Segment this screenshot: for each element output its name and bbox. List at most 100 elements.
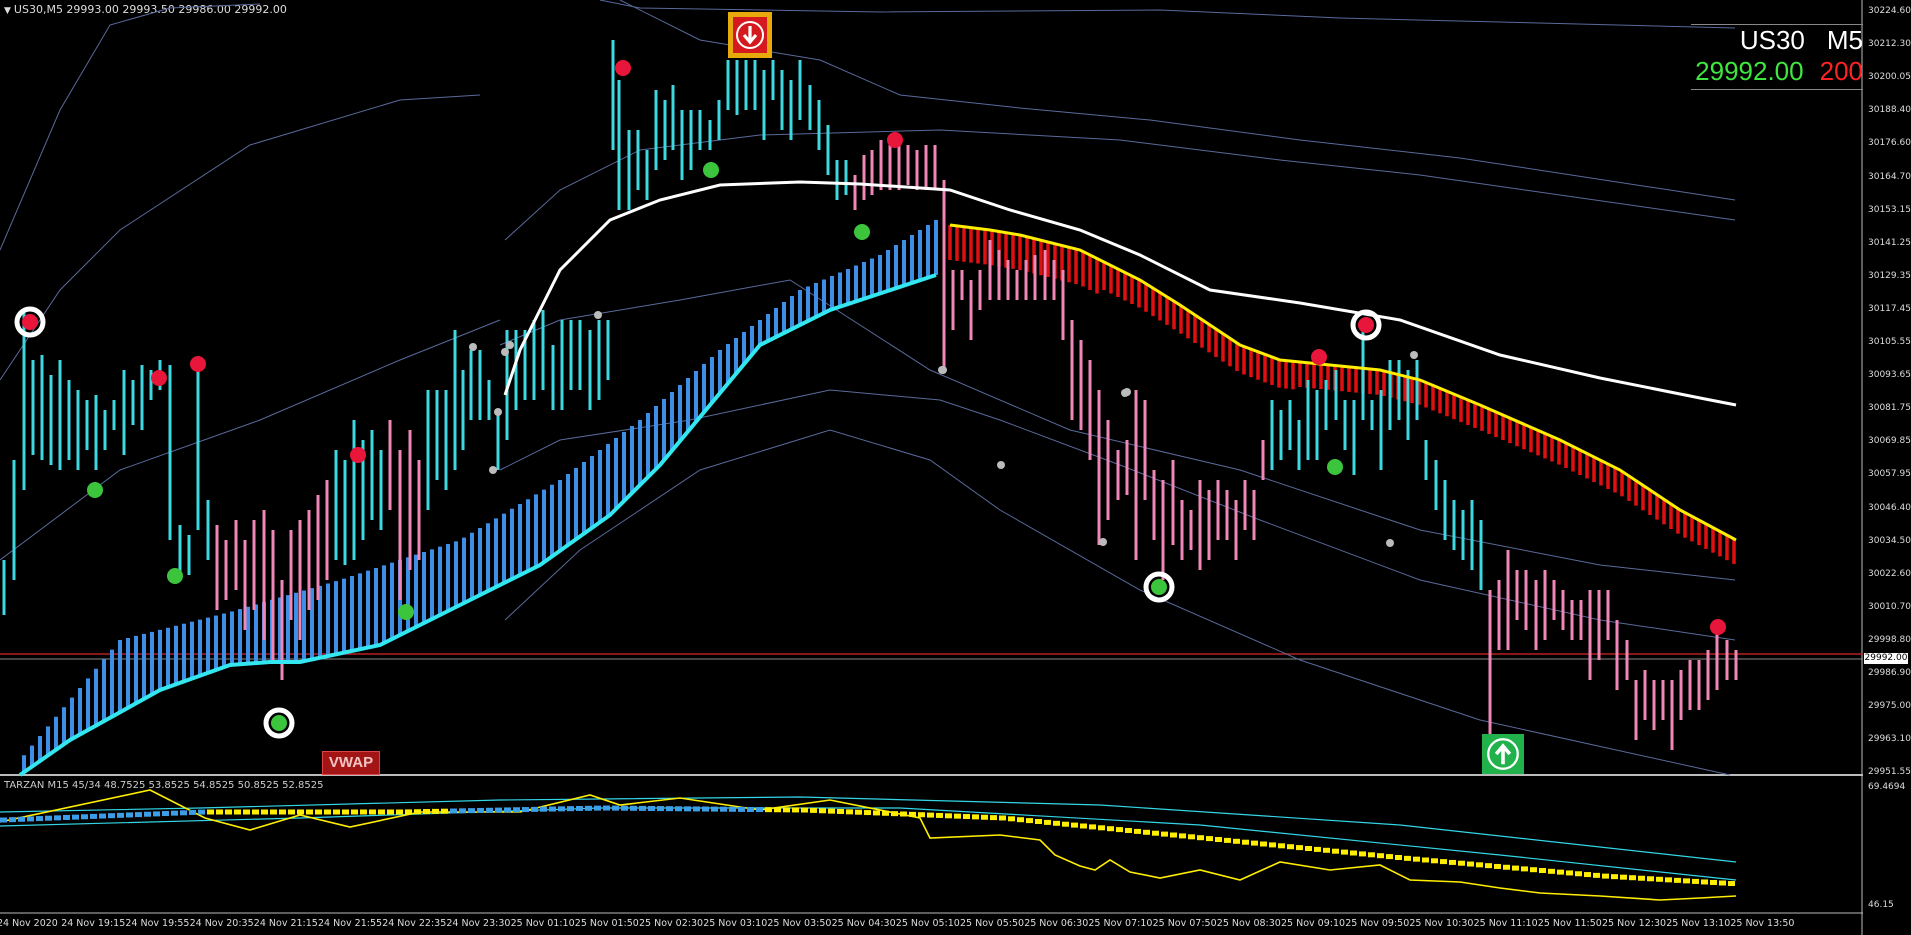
indicator-signal-segment [567,806,574,812]
time-tick-label: 24 Nov 23:30 [446,918,511,929]
indicator-signal-segment [1314,846,1321,852]
indicator-signal-segment [1638,875,1645,881]
indicator-signal-segment [90,813,97,819]
indicator-signal-segment [225,809,232,815]
indicator-signal-segment [1404,855,1411,861]
indicator-signal-segment [486,807,493,813]
sell-dot [615,60,631,76]
indicator-signal-segment [1296,845,1303,851]
time-tick-label: 25 Nov 11:50 [1537,918,1602,929]
sell-dot [887,132,903,148]
timeframe-label: M5 [1826,25,1863,55]
indicator-signal-segment [711,806,718,812]
price-tick-label: 30176.60 [1868,138,1911,149]
spread-label: 200 [1819,56,1863,86]
indicator-signal-segment [1305,846,1312,851]
indicator-signal-segment [234,809,241,815]
envelope-band [499,389,1736,641]
indicator-signal-segment [1170,832,1177,838]
indicator-signal-segment [216,809,223,815]
grey-marker [1386,539,1394,547]
indicator-signal-segment [1089,824,1096,830]
indicator-signal-segment [1458,860,1465,866]
time-tick-label: 24 Nov 19:15 [61,918,126,929]
time-tick-label: 24 Nov 22:35 [382,918,447,929]
indicator-signal-segment [1071,822,1078,828]
indicator-signal-segment [873,810,880,816]
indicator-signal-segment [1359,851,1366,857]
indicator-signal-segment [1422,857,1429,863]
indicator-signal-segment [999,815,1006,821]
indicator-signal-segment [1566,870,1573,876]
indicator-signal-segment [1332,848,1339,854]
indicator-signal-segment [729,806,736,812]
time-tick-label: 25 Nov 01:50 [574,918,639,929]
time-tick-label: 24 Nov 20:35 [189,918,254,929]
time-tick-label: 24 Nov 21:55 [318,918,383,929]
price-tick-label: 29951.55 [1868,767,1911,778]
indicator-signal-segment [45,815,52,821]
sell-dot [350,447,366,463]
indicator-signal-segment [738,806,745,812]
price-tick-label: 30105.55 [1868,337,1911,347]
indicator-signal-segment [1341,849,1348,855]
price-tick-label: 30200.05 [1868,72,1911,83]
time-tick-label: 25 Nov 05:50 [960,918,1025,929]
indicator-signal-segment [603,805,610,811]
indicator-signal-segment [1656,876,1663,882]
time-tick-label: 25 Nov 01:10 [510,918,575,929]
indicator-signal-segment [882,810,889,816]
indicator-signal-segment [1476,862,1483,868]
indicator-signal-segment [792,807,799,813]
indicator-signal-segment [891,811,898,817]
indicator-signal-segment [648,805,655,811]
indicator-signal-segment [1035,819,1042,824]
time-tick-label: 25 Nov 03:50 [767,918,832,929]
price-tick-label: 30117.45 [1868,303,1911,314]
indicator-signal-segment [1485,863,1492,869]
buy-dot [167,568,183,584]
indicator-signal-segment [1665,877,1672,883]
indicator-signal-segment [1710,879,1717,885]
price-tick-label: 29986.90 [1868,668,1911,678]
indicator-signal-segment [279,809,286,815]
indicator-signal-segment [360,809,367,815]
envelope-band [0,319,501,561]
indicator-signal-segment [549,806,556,812]
grey-marker [1121,389,1129,397]
indicator-signal-segment [1539,868,1546,874]
indicator-signal-segment [108,813,115,819]
indicator-signal-segment [1026,818,1033,824]
symbol-panel: US30 M5 29992.00 200 [1691,22,1863,90]
indicator-signal-segment [18,816,25,822]
indicator-signal-segment [126,812,133,818]
indicator-signal-segment [1233,838,1240,844]
indicator-signal-segment [1161,831,1168,837]
price-tick-label: 30081.75 [1868,403,1911,414]
indicator-signal-segment [990,815,997,821]
indicator-signal-segment [405,809,412,815]
time-tick-label: 25 Nov 07:10 [1088,918,1153,929]
indicator-signal-segment [675,806,682,812]
price-tick-label: 29975.00 [1868,701,1911,712]
indicator-signal-segment [1179,833,1186,839]
indicator-signal-segment [1368,852,1375,858]
indicator-signal-segment [270,809,277,815]
indicator-signal-segment [765,807,772,813]
indicator-tick-label: 69.4694 [1868,782,1906,792]
indicator-signal-segment [63,814,70,820]
time-tick-label: 25 Nov 07:50 [1152,918,1217,929]
indicator-signal-segment [657,806,664,812]
indicator-signal-segment [459,808,466,814]
time-tick-label: 25 Nov 05:10 [895,918,960,929]
buy-signal-box [1482,734,1524,774]
chart-canvas[interactable] [0,0,1911,935]
arrow-up-icon [1487,738,1519,770]
indicator-signal-segment [36,816,43,822]
indicator-signal-segment [1440,859,1447,865]
indicator-signal-segment [819,808,826,814]
indicator-signal-segment [1242,839,1249,845]
indicator-signal-segment [1224,837,1231,843]
price-axis[interactable]: 30224.60 30212.30 30200.05 30188.40 30176.60… [1863,0,1911,935]
indicator-signal-segment [963,814,970,820]
